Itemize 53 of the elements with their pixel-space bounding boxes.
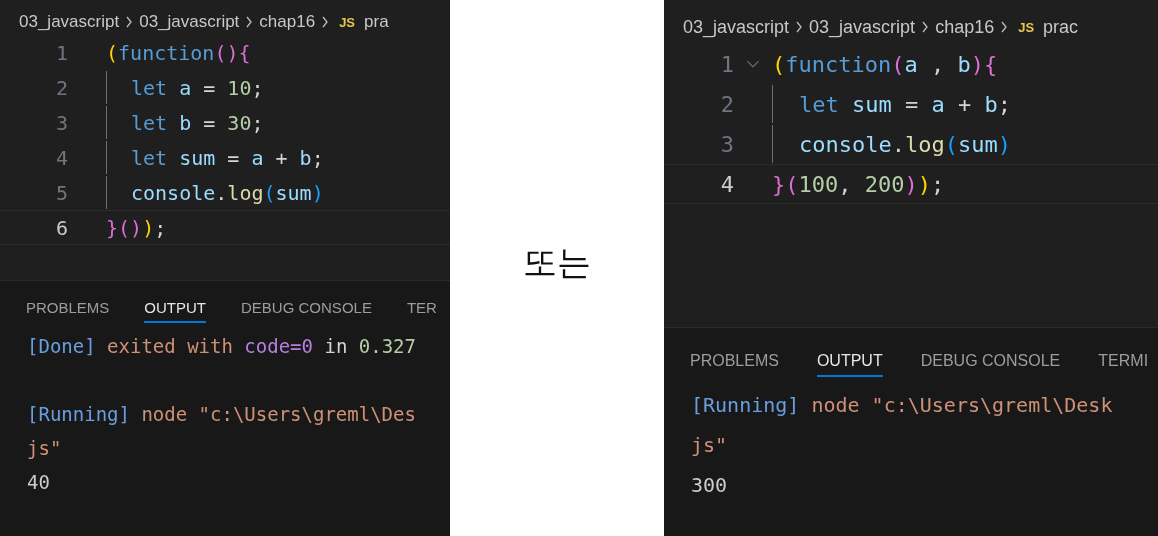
chevron-right-icon — [1000, 21, 1009, 33]
chevron-down-icon[interactable] — [746, 59, 760, 69]
code-line: (function(){ — [106, 40, 251, 65]
line-number: 6 — [54, 215, 68, 240]
panel-tab[interactable]: PROBLEMS — [690, 352, 779, 377]
code-line: let sum = a + b; — [799, 91, 1011, 117]
separator-text: 또는 — [523, 241, 591, 284]
breadcrumb-item[interactable]: pra — [364, 12, 389, 32]
code-line: }(100, 200)); — [772, 171, 945, 197]
js-file-icon: JS — [339, 14, 356, 30]
line-number: 5 — [54, 180, 68, 205]
output-line: [Running] node "c:\Users\greml\Des — [27, 403, 416, 425]
line-number: 4 — [54, 145, 68, 170]
panel-tab[interactable]: OUTPUT — [144, 299, 207, 323]
output-line: js" — [691, 433, 728, 457]
output-line: [Running] node "c:\Users\greml\Desk — [691, 393, 1113, 417]
js-file-icon: JS — [1018, 19, 1035, 35]
code-line: let a = 10; — [131, 75, 264, 100]
panel-tab[interactable]: DEBUG CONSOLE — [241, 299, 372, 323]
breadcrumb-item[interactable]: 03_javascript — [809, 16, 916, 38]
output-line: 300 — [691, 473, 728, 497]
panel-tab[interactable]: DEBUG CONSOLE — [920, 352, 1061, 377]
code-line: console.log(sum) — [799, 131, 1011, 157]
panel-tab[interactable]: TERMI — [1098, 352, 1149, 377]
panel-tab[interactable]: OUTPUT — [816, 352, 883, 377]
code-line: console.log(sum) — [131, 180, 324, 205]
line-number: 2 — [719, 91, 734, 117]
breadcrumb-item[interactable]: 03_javascript — [683, 16, 790, 38]
panel-tab[interactable]: TER — [406, 299, 437, 323]
code-line: let sum = a + b; — [131, 145, 324, 170]
chevron-right-icon — [921, 21, 930, 33]
breadcrumb-item[interactable]: chap16 — [935, 16, 995, 38]
breadcrumb-item[interactable]: 03_javascript — [19, 12, 120, 32]
output-line: js" — [27, 437, 62, 459]
code-line: }()); — [106, 215, 167, 240]
line-number: 3 — [719, 131, 734, 157]
line-number: 2 — [54, 75, 68, 100]
code-line: (function(a , b){ — [772, 51, 998, 77]
line-number: 1 — [719, 51, 734, 77]
line-number: 1 — [54, 40, 68, 65]
breadcrumb-item[interactable]: chap16 — [259, 12, 316, 32]
code-line: let b = 30; — [131, 110, 264, 135]
chevron-right-icon — [321, 16, 330, 28]
breadcrumb-item[interactable]: 03_javascript — [139, 12, 240, 32]
output-line: [Done] exited with code=0 in 0.327 — [27, 335, 416, 357]
chevron-right-icon — [795, 21, 804, 33]
line-number: 4 — [719, 171, 734, 197]
chevron-right-icon — [125, 16, 134, 28]
breadcrumb-item[interactable]: prac — [1043, 16, 1079, 38]
output-line: 40 — [27, 471, 50, 493]
chevron-right-icon — [245, 16, 254, 28]
line-number: 3 — [54, 110, 68, 135]
panel-tab[interactable]: PROBLEMS — [26, 299, 110, 323]
